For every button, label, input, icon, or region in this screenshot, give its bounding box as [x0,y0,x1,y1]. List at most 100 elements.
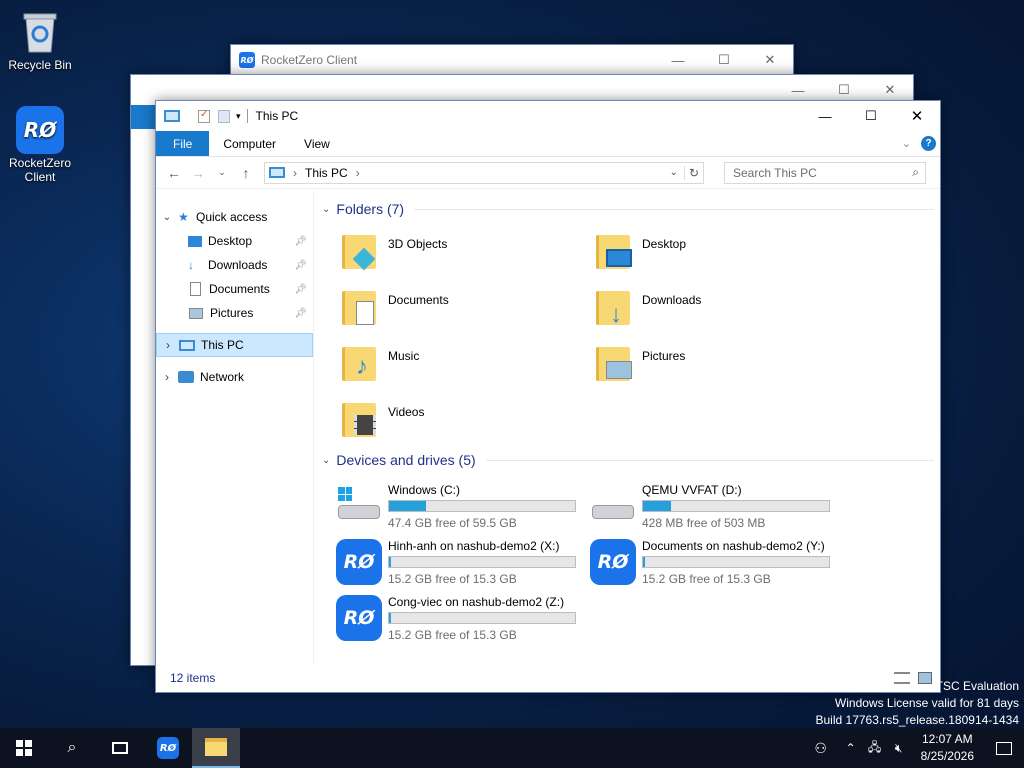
help-icon[interactable]: ? [921,131,936,156]
drive-usage-bar [388,612,576,624]
maximize-icon[interactable]: ☐ [848,101,894,131]
task-view-button[interactable] [96,728,144,768]
chevron-down-icon[interactable]: ⌄ [322,455,330,466]
chevron-right-icon[interactable]: › [157,338,179,352]
folder-name: 3D Objects [388,237,448,251]
minimize-icon[interactable]: — [655,45,701,75]
item-count: 12 items [170,671,216,685]
folder-pictures[interactable]: Pictures [594,341,834,389]
minimize-icon[interactable]: — [802,101,848,131]
downloads-folder-icon: ↓ [594,285,634,329]
rocketzero-window-title: RocketZero Client [261,53,358,67]
nav-quick-access[interactable]: ⌄ ★ Quick access [156,205,313,229]
clock-date: 8/25/2026 [920,749,974,763]
nav-desktop[interactable]: Desktop 📌︎ [156,229,313,253]
address-text: This PC [305,165,348,180]
chevron-down-icon[interactable]: ⌄ [156,212,178,223]
back-arrow-icon[interactable]: ← [162,165,186,181]
navigation-pane: ⌄ ★ Quick access Desktop 📌︎ ↓ Downloads … [156,191,314,664]
up-arrow-icon[interactable]: ↑ [234,165,258,181]
drive-d[interactable]: QEMU VVFAT (D:) 428 MB free of 503 MB [590,483,840,533]
drive-free-space: 15.2 GB free of 15.3 GB [388,572,517,586]
forward-arrow-icon[interactable]: → [186,165,210,181]
taskbar-rocketzero[interactable]: RØ [144,728,192,768]
action-center-icon[interactable] [984,728,1024,768]
pictures-folder-icon [594,341,634,385]
windows-logo-icon [16,740,32,756]
tab-view[interactable]: View [290,131,344,156]
nav-pictures[interactable]: Pictures 📌︎ [156,301,313,325]
rocketzero-logo-icon: RØ [16,106,64,154]
ribbon-expand-icon[interactable]: ⌄ [902,131,911,156]
folder-downloads[interactable]: ↓ Downloads [594,285,834,333]
nav-desktop-label: Desktop [208,234,253,248]
folder-3d-objects[interactable]: 3D Objects [340,229,580,277]
address-bar[interactable]: › This PC › ⌄ ↻ [264,161,704,184]
refresh-icon[interactable]: ↻ [683,165,703,180]
chevron-right-icon: › [355,165,360,180]
pin-icon[interactable]: 📌︎ [294,260,307,271]
tab-file[interactable]: File [156,131,210,156]
drive-x[interactable]: RØ Hinh-anh on nashub-demo2 (X:) 15.2 GB… [336,539,586,589]
rocketzero-desktop-icon[interactable]: RØ RocketZero Client [0,106,80,184]
network-icon [178,371,194,383]
folder-documents[interactable]: Documents [340,285,580,333]
folder-desktop[interactable]: Desktop [594,229,834,277]
folder-name: Downloads [642,293,702,307]
folders-group-header[interactable]: ⌄ Folders (7) [322,199,940,219]
maximize-icon[interactable]: ☐ [701,45,747,75]
nav-network[interactable]: › Network [156,365,313,389]
drives-header-label: Devices and drives (5) [336,452,476,468]
taskbar-file-explorer[interactable] [192,728,240,768]
close-icon[interactable]: ✕ [747,45,793,75]
drive-usage-fill [389,501,427,511]
documents-folder-icon [340,285,380,329]
search-button[interactable]: ⌕ [48,728,96,768]
recent-locations-icon[interactable]: ⌄ [210,167,234,178]
explorer-titlebar[interactable]: ✓ ▾ This PC — ☐ ✕ [156,101,940,131]
nav-this-pc[interactable]: › This PC [156,333,313,357]
recycle-bin-icon[interactable]: Recycle Bin [0,8,80,72]
search-placeholder: Search This PC [733,165,817,180]
drives-group-header[interactable]: ⌄ Devices and drives (5) [322,450,940,470]
search-input[interactable]: Search This PC ⌕ [724,161,926,184]
volume-muted-icon[interactable]: 🔇︎ [887,728,911,768]
pin-icon[interactable]: 📌︎ [294,308,307,319]
close-icon[interactable]: ✕ [894,101,940,131]
drive-free-space: 428 MB free of 503 MB [642,516,766,530]
rocketzero-titlebar[interactable]: RØ RocketZero Client — ☐ ✕ [231,45,793,75]
new-folder-icon[interactable] [218,109,230,123]
folder-name: Documents [388,293,449,307]
nav-downloads[interactable]: ↓ Downloads 📌︎ [156,253,313,277]
chevron-down-icon[interactable]: ⌄ [322,204,330,215]
people-icon[interactable]: ⚇ [803,728,839,768]
network-status-icon[interactable]: 🖧︎ [863,728,887,768]
clock[interactable]: 12:07 AM 8/25/2026 [921,731,974,765]
explorer-window[interactable]: ✓ ▾ This PC — ☐ ✕ File Computer View ⌄ ?… [155,100,941,693]
quick-access-dropdown-icon[interactable]: ▾ [236,111,241,122]
drive-c[interactable]: Windows (C:) 47.4 GB free of 59.5 GB [336,483,586,533]
tab-computer[interactable]: Computer [209,131,290,156]
folder-videos[interactable]: Videos [340,397,580,445]
drive-name: Windows (C:) [388,483,461,497]
task-view-icon [112,742,128,754]
drive-z[interactable]: RØ Cong-viec on nashub-demo2 (Z:) 15.2 G… [336,595,586,645]
drive-usage-fill [389,613,391,623]
pin-icon[interactable]: 📌︎ [294,284,307,295]
address-dropdown-icon[interactable]: ⌄ [670,167,678,178]
search-icon: ⌕ [67,739,77,756]
pin-icon[interactable]: 📌︎ [294,236,307,247]
drive-y[interactable]: RØ Documents on nashub-demo2 (Y:) 15.2 G… [590,539,840,589]
nav-documents[interactable]: Documents 📌︎ [156,277,313,301]
properties-icon[interactable]: ✓ [198,109,210,123]
chevron-right-icon[interactable]: › [156,370,178,384]
show-hidden-icons[interactable]: ⌃ [839,728,863,768]
folder-music[interactable]: ♪ Music [340,341,580,389]
start-button[interactable] [0,728,48,768]
content-pane: ⌄ Folders (7) 3D Objects Desktop Documen… [316,191,940,664]
search-icon: ⌕ [912,165,919,179]
star-icon: ★ [178,210,189,224]
folder-name: Pictures [642,349,686,363]
drive-free-space: 47.4 GB free of 59.5 GB [388,516,517,530]
drive-free-space: 15.2 GB free of 15.3 GB [642,572,771,586]
